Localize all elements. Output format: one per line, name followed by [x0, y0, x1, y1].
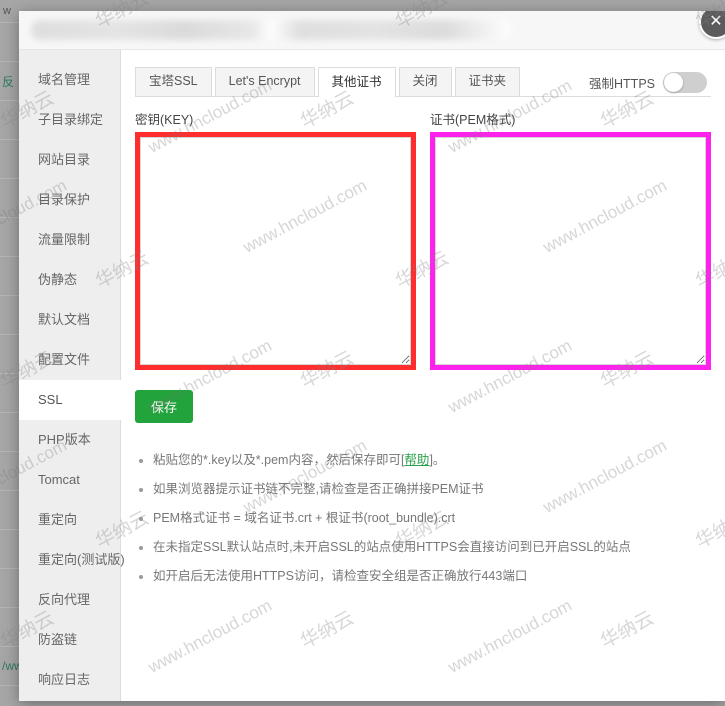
tip-text: 在未指定SSL默认站点时,未开启SSL的站点使用HTTPS会直接访问到已开启SS… [153, 540, 631, 554]
tab-certificate-folder[interactable]: 证书夹 [454, 67, 521, 96]
tab-close[interactable]: 关闭 [398, 67, 452, 96]
site-settings-modal: ✕ 域名管理 子目录绑定 网站目录 目录保护 流量限制 伪静态 默认文档 配置文… [19, 11, 725, 701]
key-field-label: 密钥(KEY) [135, 113, 194, 127]
close-icon[interactable]: ✕ [699, 11, 725, 39]
modal-header: ✕ [19, 11, 725, 50]
sidebar-item-domain-management[interactable]: 域名管理 [19, 60, 120, 100]
tip-text: 粘贴您的*.key以及*.pem内容，然后保存即可[ [153, 453, 405, 467]
tip-item: 粘贴您的*.key以及*.pem内容，然后保存即可[帮助]。 [139, 453, 711, 468]
tip-text: 如果浏览器提示证书链不完整,请检查是否正确拼接PEM证书 [153, 482, 484, 496]
sidebar-item-reverse-proxy[interactable]: 反向代理 [19, 580, 120, 620]
tip-text: PEM格式证书 = 域名证书.crt + 根证书(root_bundle).cr… [153, 511, 456, 525]
pem-field-group: 证书(PEM格式) [430, 109, 711, 370]
force-https-label: 强制HTTPS [589, 77, 655, 91]
certificate-fields: 密钥(KEY) 证书(PEM格式) [135, 109, 711, 370]
force-https-toggle[interactable] [663, 72, 707, 93]
sidebar-item-redirect-beta[interactable]: 重定向(测试版) [19, 540, 125, 580]
tip-item: 如开启后无法使用HTTPS访问，请检查安全组是否正确放行443端口 [139, 569, 711, 584]
pem-field-highlight [430, 132, 711, 370]
sidebar-item-directory-protection[interactable]: 目录保护 [19, 180, 120, 220]
tab-baota-ssl[interactable]: 宝塔SSL [135, 67, 212, 96]
tab-other-certificate[interactable]: 其他证书 [317, 67, 396, 97]
sidebar-item-site-directory[interactable]: 网站目录 [19, 140, 120, 180]
sidebar-item-php-version[interactable]: PHP版本 [19, 420, 120, 460]
modal-title-redacted [31, 20, 511, 40]
ssl-tips-list: 粘贴您的*.key以及*.pem内容，然后保存即可[帮助]。 如果浏览器提示证书… [135, 453, 711, 584]
sidebar-item-rewrite[interactable]: 伪静态 [19, 260, 120, 300]
sidebar-item-ssl[interactable]: SSL [19, 380, 121, 420]
sidebar-item-default-document[interactable]: 默认文档 [19, 300, 120, 340]
ssl-tabbar: 宝塔SSL Let's Encrypt 其他证书 关闭 证书夹 强制HTTPS [135, 64, 711, 97]
tip-text: 如开启后无法使用HTTPS访问，请检查安全组是否正确放行443端口 [153, 569, 528, 583]
sidebar: 域名管理 子目录绑定 网站目录 目录保护 流量限制 伪静态 默认文档 配置文件 … [19, 50, 125, 701]
sidebar-item-response-log[interactable]: 响应日志 [19, 660, 120, 700]
pem-field-label: 证书(PEM格式) [430, 113, 516, 127]
sidebar-item-config-file[interactable]: 配置文件 [19, 340, 120, 380]
tip-item: 在未指定SSL默认站点时,未开启SSL的站点使用HTTPS会直接访问到已开启SS… [139, 540, 711, 555]
sidebar-item-anti-leech[interactable]: 防盗链 [19, 620, 120, 660]
toggle-knob [664, 73, 683, 92]
key-field-group: 密钥(KEY) [135, 109, 416, 370]
sidebar-item-tomcat[interactable]: Tomcat [19, 460, 120, 500]
tip-item: PEM格式证书 = 域名证书.crt + 根证书(root_bundle).cr… [139, 511, 711, 526]
tip-text-end: ]。 [429, 453, 446, 467]
force-https-control: 强制HTTPS [589, 72, 707, 93]
help-link[interactable]: 帮助 [404, 453, 429, 467]
sidebar-item-redirect[interactable]: 重定向 [19, 500, 120, 540]
sidebar-item-subdirectory-binding[interactable]: 子目录绑定 [19, 100, 120, 140]
tip-item: 如果浏览器提示证书链不完整,请检查是否正确拼接PEM证书 [139, 482, 711, 497]
tab-lets-encrypt[interactable]: Let's Encrypt [214, 67, 315, 96]
modal-body: 域名管理 子目录绑定 网站目录 目录保护 流量限制 伪静态 默认文档 配置文件 … [19, 50, 725, 701]
save-button[interactable]: 保存 [135, 390, 194, 423]
key-input[interactable] [140, 137, 411, 365]
ssl-panel: 宝塔SSL Let's Encrypt 其他证书 关闭 证书夹 强制HTTPS … [121, 50, 725, 701]
sidebar-item-traffic-limit[interactable]: 流量限制 [19, 220, 120, 260]
key-field-highlight [135, 132, 416, 370]
pem-input[interactable] [435, 137, 706, 365]
